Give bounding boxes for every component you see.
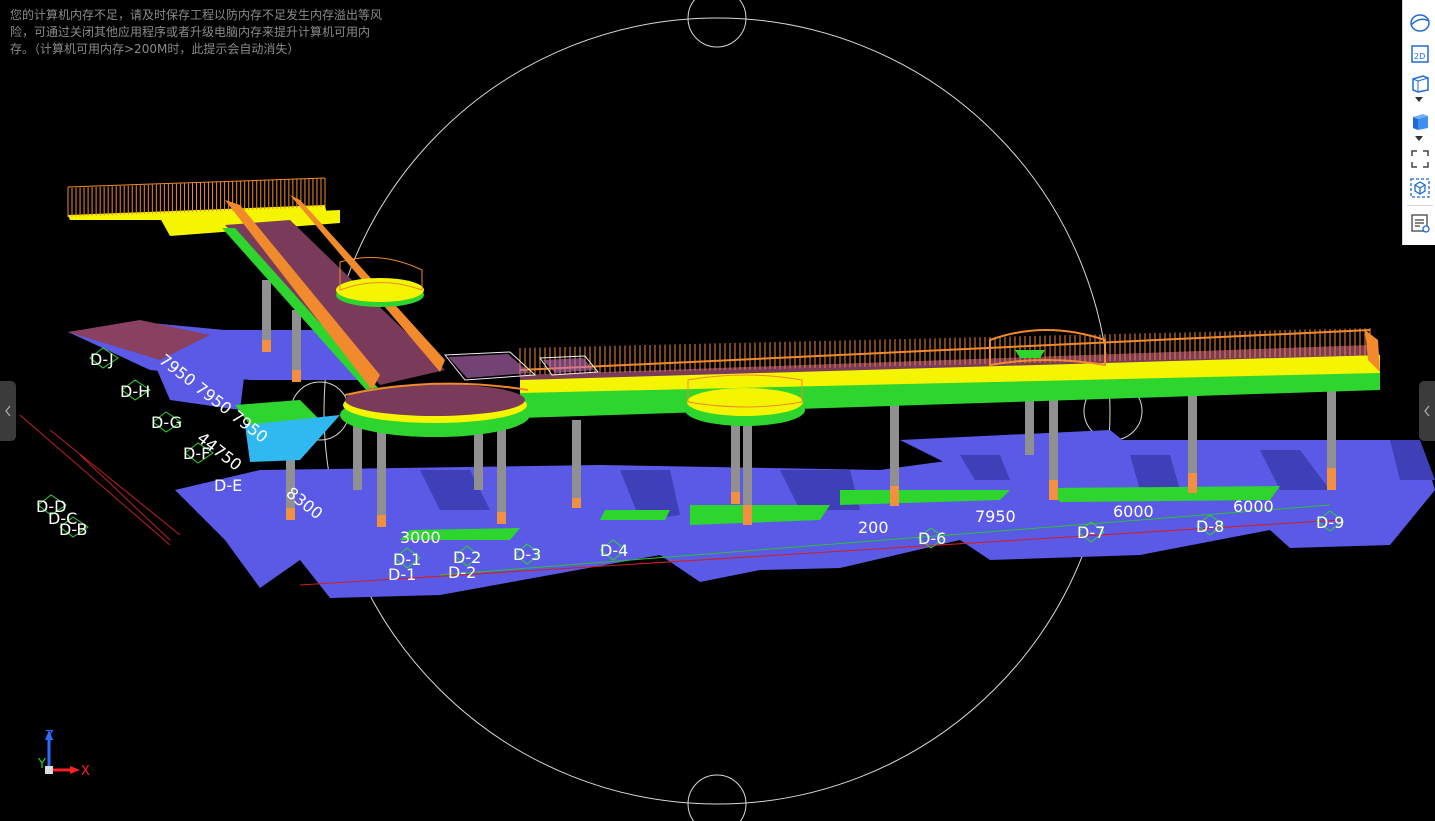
fit-screen-button[interactable]: [1407, 146, 1433, 172]
property-list-icon: [1411, 214, 1430, 233]
chevron-left-icon: [1424, 405, 1430, 417]
axis-label-col: D-1: [388, 565, 416, 584]
properties-button[interactable]: [1407, 210, 1433, 236]
main-walkway: [519, 328, 1380, 418]
view-cube-button[interactable]: [1407, 70, 1433, 96]
chevron-left-icon: [5, 405, 11, 417]
axis-label-row: D-E: [214, 476, 242, 495]
section-box-button[interactable]: [1407, 175, 1433, 201]
axis-triad: Z Y X: [37, 729, 90, 779]
axis-label-col: D-8: [1196, 517, 1224, 536]
chevron-down-icon: [1415, 97, 1423, 102]
fit-screen-icon: [1411, 150, 1429, 168]
axis-label-row: D-G: [151, 413, 182, 432]
dimension-partial: 3000: [400, 528, 441, 547]
dimension-col: 6000: [1113, 502, 1154, 521]
axis-label-row: D-H: [120, 382, 150, 401]
2d-view-button[interactable]: 2D: [1407, 41, 1433, 67]
axis-y-label: Y: [37, 757, 46, 772]
orbit-icon: [1410, 14, 1430, 32]
round-platform-lower: [340, 382, 530, 437]
orbit-handle-top: [687, 0, 747, 48]
grid-lines-left: [19, 414, 181, 546]
chevron-down-icon: [1415, 136, 1423, 141]
dimension-col: 6000: [1233, 497, 1274, 516]
axis-label-col: D-4: [600, 541, 628, 560]
shaded-cube-dropdown[interactable]: [1415, 136, 1423, 142]
axis-label-col: D-3: [513, 545, 541, 564]
upper-walkway: [67, 177, 340, 236]
view-cube-shaded-icon: [1413, 114, 1428, 130]
view-cube-dropdown[interactable]: [1415, 97, 1423, 103]
orbit-handle-bottom: [687, 774, 747, 821]
section-box-icon: [1410, 178, 1430, 198]
view-toolbar: 2D: [1402, 0, 1435, 245]
axis-x-label: X: [81, 764, 90, 779]
axis-label-col: D-2: [448, 563, 476, 582]
orbit-button[interactable]: [1407, 10, 1433, 36]
axis-label-row: D-J: [90, 350, 114, 369]
2d-label: 2D: [1414, 52, 1425, 61]
low-memory-warning: 您的计算机内存不足，请及时保存工程以防内存不足发生内存溢出等风险，可通过关闭其他…: [10, 8, 383, 56]
2d-view-icon: 2D: [1411, 45, 1429, 63]
right-panel-toggle[interactable]: [1419, 381, 1435, 441]
axis-label-row: D-B: [59, 520, 88, 539]
axis-z-label: Z: [45, 729, 54, 744]
left-panel-toggle[interactable]: [0, 381, 16, 441]
view-cube-outline-icon: [1412, 75, 1429, 93]
dimension-partial: 200: [858, 518, 889, 537]
shaded-cube-button[interactable]: [1407, 108, 1433, 134]
round-platform-upper: [336, 257, 424, 307]
axis-label-col: D-7: [1077, 523, 1105, 542]
axis-label-col: D-6: [918, 529, 946, 548]
model-viewport-3d[interactable]: D-J D-H D-G D-F D-E D-D D-C D-B D-1 D-2 …: [0, 0, 1435, 821]
axis-label-col: D-9: [1316, 513, 1344, 532]
toolbar-divider: [1407, 205, 1433, 206]
dimension-col: 7950: [975, 507, 1016, 526]
